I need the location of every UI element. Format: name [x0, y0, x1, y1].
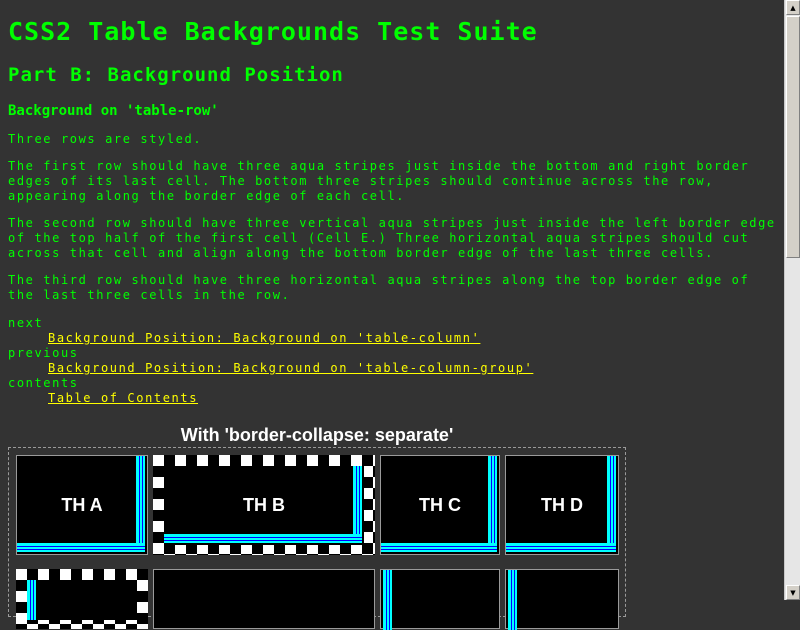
description-paragraph: The first row should have three aqua str…: [8, 159, 750, 203]
description-paragraph: The third row should have three horizont…: [8, 273, 750, 302]
header-cell-b: TH B: [164, 466, 364, 545]
next-label: next: [8, 316, 44, 330]
header-label: TH C: [419, 494, 461, 515]
cell-f: [153, 569, 375, 629]
next-link[interactable]: Background Position: Background on 'tabl…: [48, 331, 480, 345]
description-paragraph: Three rows are styled.: [8, 132, 203, 146]
row-stripes: [508, 570, 517, 630]
header-label: TH B: [243, 495, 285, 515]
page-title: CSS2 Table Backgrounds Test Suite: [8, 17, 538, 46]
cell-e: [27, 580, 137, 620]
previous-link[interactable]: Background Position: Background on 'tabl…: [48, 361, 533, 375]
scrollbar-thumb[interactable]: [786, 16, 800, 258]
contents-link[interactable]: Table of Contents: [48, 391, 198, 405]
header-cell-c: TH C: [380, 455, 500, 555]
part-heading: Part B: Background Position: [8, 64, 344, 86]
navigation-list: next Background Position: Background on …: [8, 316, 784, 406]
row-stripes: [27, 580, 36, 620]
header-label: TH A: [61, 494, 103, 515]
page-content: CSS2 Table Backgrounds Test Suite Part B…: [8, 0, 784, 630]
vertical-scrollbar[interactable]: ▲ ▼: [784, 0, 800, 600]
cell-g: [380, 569, 500, 630]
scroll-down-arrow-icon[interactable]: ▼: [786, 585, 800, 600]
row-stripes: [383, 570, 392, 630]
test-table: TH A TH B TH C TH D: [8, 447, 626, 630]
header-cell-d: TH D: [505, 455, 619, 555]
contents-label: contents: [8, 376, 79, 390]
section-heading: Background on 'table-row': [8, 103, 219, 119]
previous-label: previous: [8, 346, 79, 360]
description-paragraph: The second row should have three vertica…: [8, 216, 776, 260]
scroll-up-arrow-icon[interactable]: ▲: [786, 0, 800, 15]
header-label: TH D: [541, 494, 583, 515]
table-caption: With 'border-collapse: separate': [180, 425, 454, 445]
cell-h: [505, 569, 619, 630]
header-cell-a: TH A: [16, 455, 148, 555]
